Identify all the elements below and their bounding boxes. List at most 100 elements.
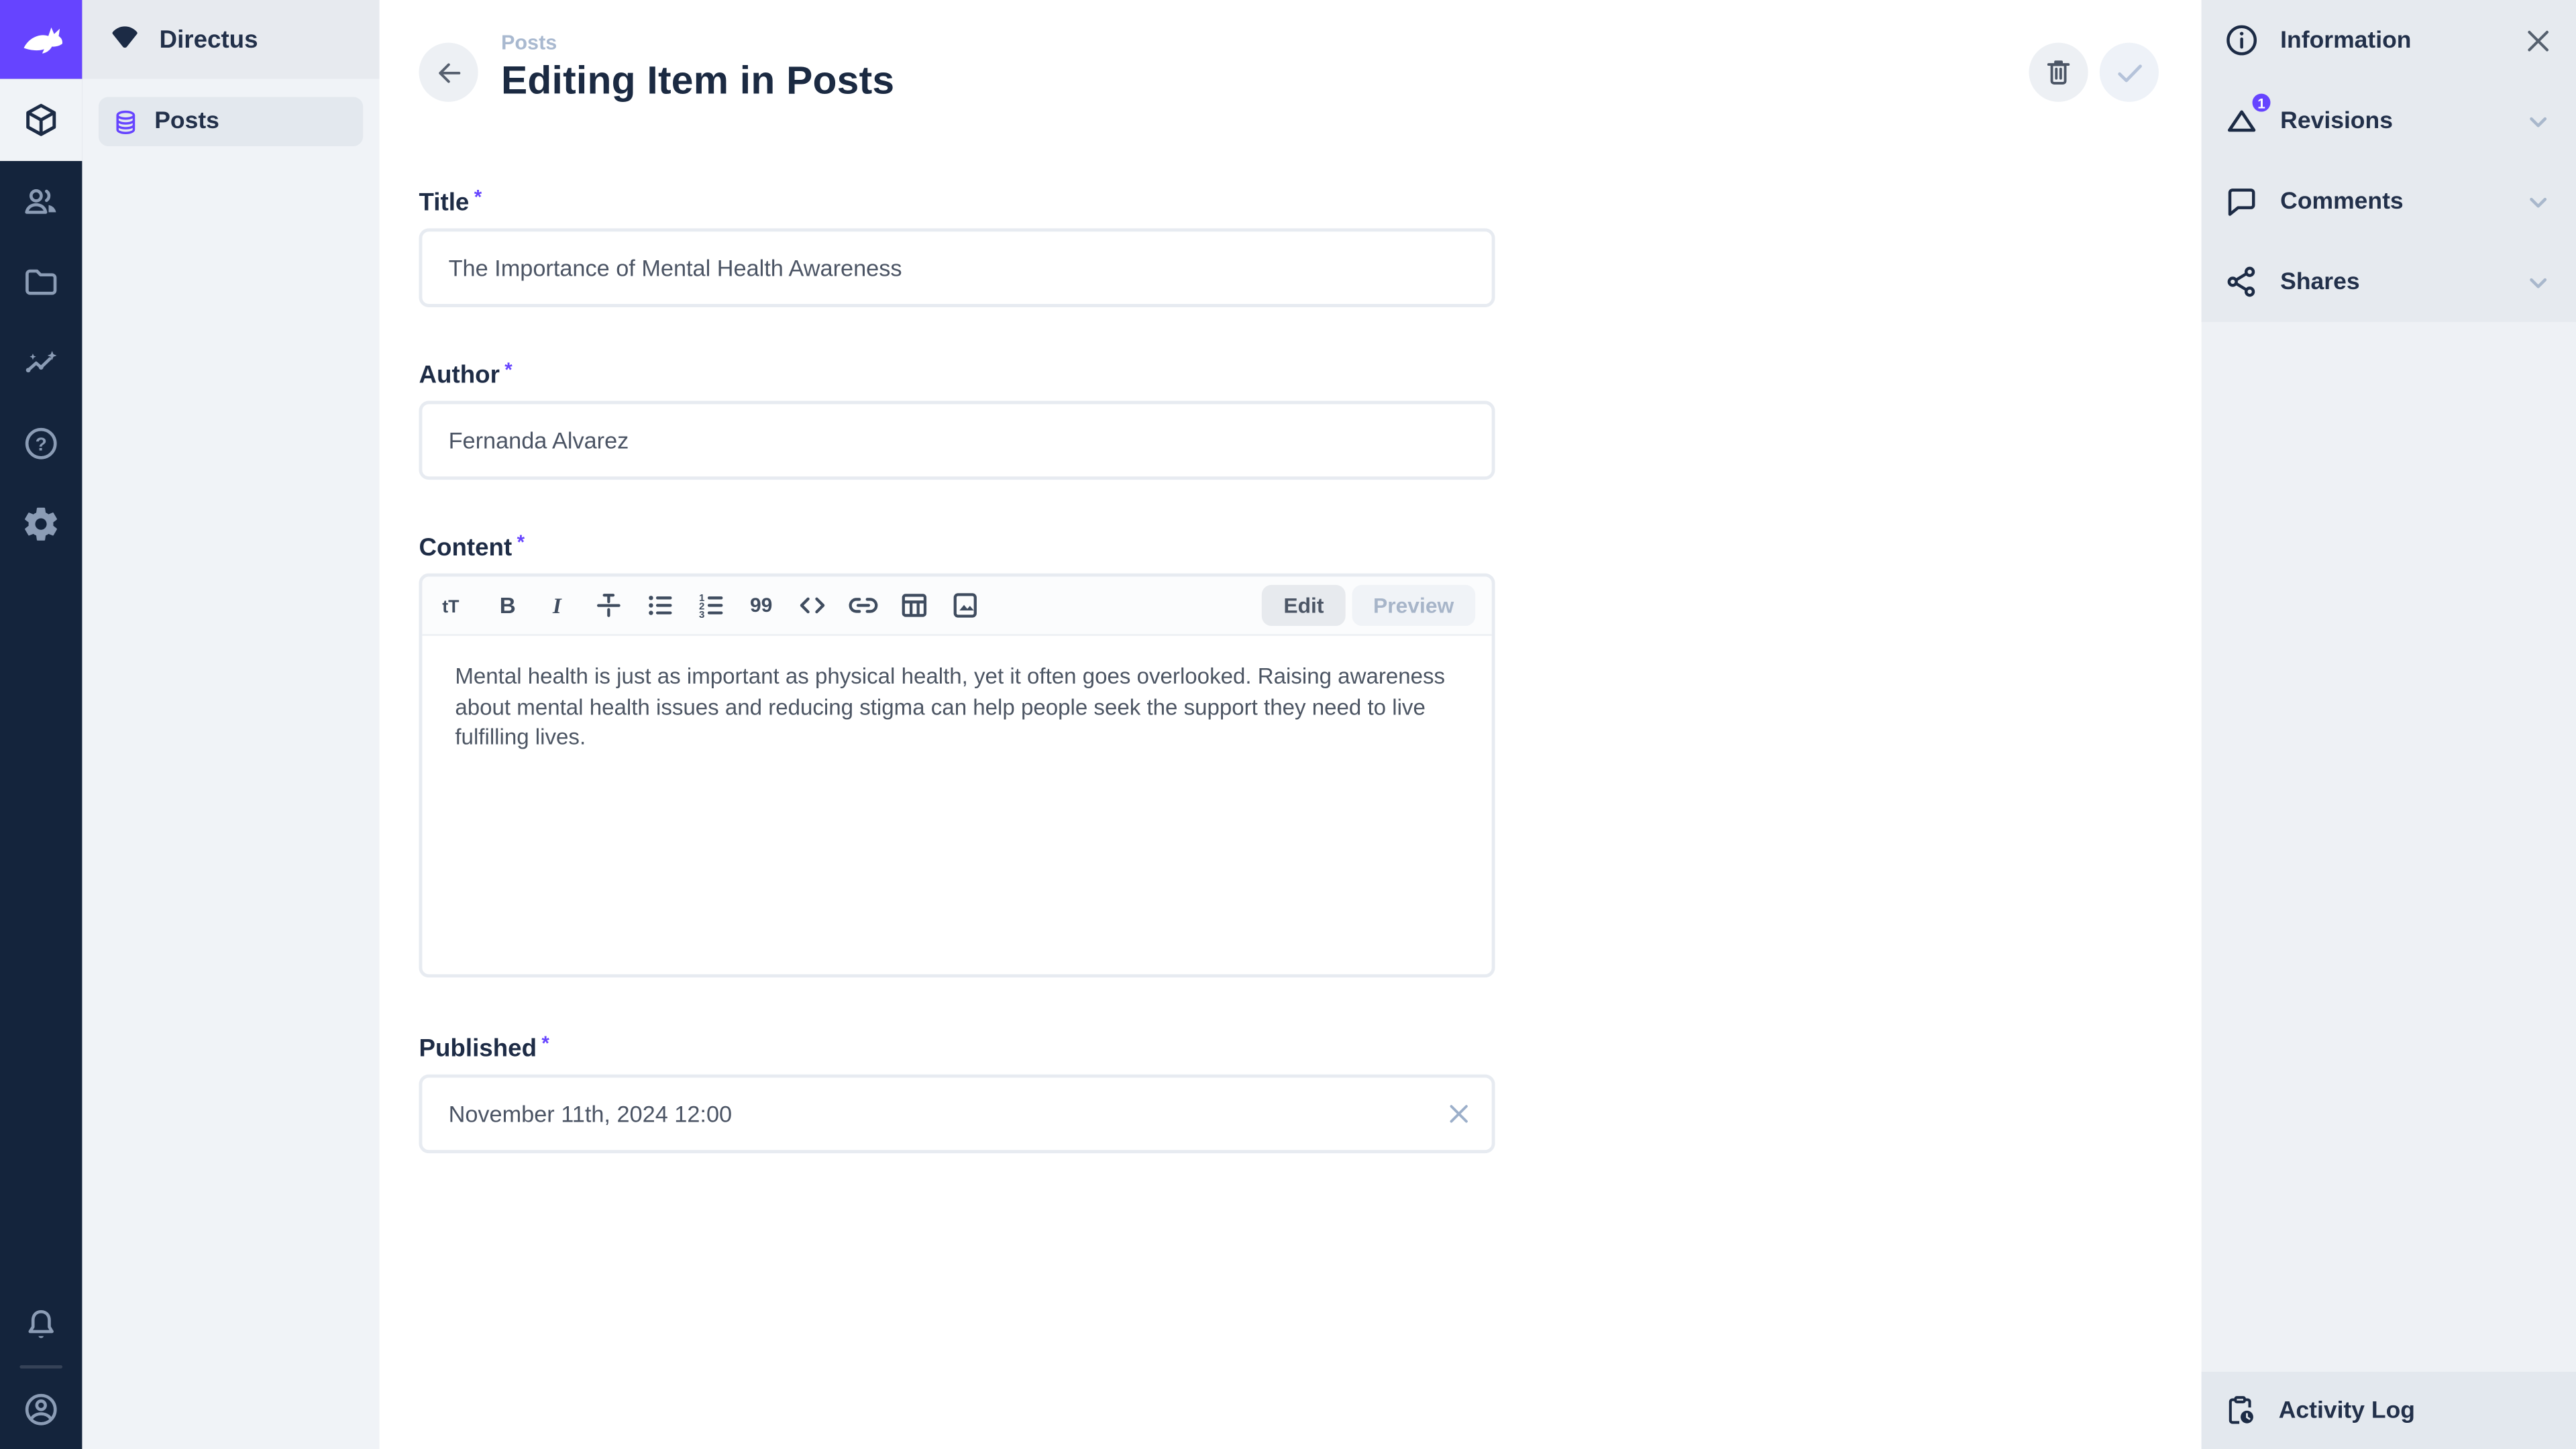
field-title: Title* <box>419 186 1495 217</box>
comment-icon <box>2222 182 2260 220</box>
heading-icon[interactable]: tT <box>439 588 473 623</box>
sidebar-item-comments[interactable]: Comments <box>2202 161 2576 241</box>
module-content[interactable] <box>0 79 82 161</box>
required-marker: * <box>504 358 512 381</box>
blockquote-icon[interactable]: 99 <box>744 588 778 623</box>
sidebar-item-label: Shares <box>2280 268 2359 294</box>
help-icon: ? <box>21 423 61 463</box>
tab-edit[interactable]: Edit <box>1263 585 1346 626</box>
required-marker: * <box>474 186 482 209</box>
sidebar-item-shares[interactable]: Shares <box>2202 241 2576 322</box>
svg-text:99: 99 <box>750 594 772 616</box>
page-header: Posts Editing Item in Posts <box>501 32 894 105</box>
chevron-down-icon <box>2522 185 2555 218</box>
page-title: Editing Item in Posts <box>501 59 894 105</box>
chevron-down-icon <box>2522 105 2555 138</box>
tab-preview[interactable]: Preview <box>1352 585 1475 626</box>
published-label: Published* <box>419 1032 1495 1063</box>
revisions-expand-button[interactable] <box>2522 105 2555 138</box>
title-input[interactable] <box>419 228 1495 307</box>
sidebar-sections: Information 1 Revisions <box>2202 0 2576 322</box>
italic-icon[interactable]: I <box>541 588 575 623</box>
project-header[interactable]: Directus <box>82 0 379 79</box>
right-sidebar: Information 1 Revisions <box>2202 0 2576 1449</box>
link-icon[interactable] <box>846 588 880 623</box>
sidebar-close-button[interactable] <box>2522 24 2555 57</box>
module-bar-spacer <box>0 564 82 1285</box>
markdown-editor: tT B I 123 99 Edit Preview Mental health… <box>419 574 1495 977</box>
nav-item-label: Posts <box>154 109 219 135</box>
svg-text:I: I <box>552 594 562 619</box>
activity-log-label: Activity Log <box>2279 1397 2415 1424</box>
account-button[interactable] <box>0 1368 82 1449</box>
check-icon <box>2112 55 2146 89</box>
info-icon <box>2222 21 2260 59</box>
content-label: Content* <box>419 531 1495 562</box>
module-user-directory[interactable] <box>0 161 82 241</box>
sidebar-item-label: Information <box>2280 27 2411 53</box>
table-icon[interactable] <box>897 588 931 623</box>
author-input[interactable] <box>419 401 1495 480</box>
editor-tabs: Edit Preview <box>1263 585 1476 626</box>
module-bar: ? <box>0 0 82 1449</box>
field-published: Published* <box>419 1032 1495 1063</box>
bulleted-list-icon[interactable] <box>643 588 677 623</box>
sidebar-item-information[interactable]: Information <box>2202 0 2576 80</box>
required-marker: * <box>541 1032 549 1055</box>
bold-icon[interactable]: B <box>490 588 524 623</box>
directus-logo[interactable] <box>0 0 82 79</box>
trash-icon <box>2042 56 2075 89</box>
comments-expand-button[interactable] <box>2522 185 2555 218</box>
box-icon <box>21 100 61 140</box>
revisions-icon: 1 <box>2222 102 2260 140</box>
strikethrough-icon[interactable] <box>592 588 626 623</box>
arrow-left-icon <box>433 56 464 88</box>
module-settings[interactable] <box>0 483 82 564</box>
folder-icon <box>21 262 61 302</box>
title-label: Title* <box>419 186 1495 217</box>
sidebar-item-revisions[interactable]: 1 Revisions <box>2202 80 2576 161</box>
content-textarea[interactable]: Mental health is just as important as ph… <box>422 636 1491 977</box>
svg-text:3: 3 <box>699 609 704 621</box>
share-icon <box>2222 263 2260 301</box>
sidebar-item-label: Comments <box>2280 188 2404 214</box>
close-icon <box>1442 1097 1475 1130</box>
revisions-badge: 1 <box>2249 91 2274 115</box>
notifications-button[interactable] <box>0 1285 82 1365</box>
clear-date-button[interactable] <box>1442 1097 1475 1130</box>
code-icon[interactable] <box>795 588 829 623</box>
project-fan-icon <box>107 21 143 58</box>
close-icon <box>2522 24 2555 57</box>
image-icon[interactable] <box>948 588 982 623</box>
gear-icon <box>21 504 61 543</box>
module-file-library[interactable] <box>0 241 82 322</box>
save-button[interactable] <box>2100 43 2159 102</box>
field-author: Author* <box>419 358 1495 390</box>
rabbit-logo-icon <box>16 15 65 64</box>
activity-log-button[interactable]: Activity Log <box>2202 1372 2576 1449</box>
chevron-down-icon <box>2522 266 2555 299</box>
people-icon <box>21 182 61 221</box>
main-content: Posts Editing Item in Posts Title* Autho… <box>380 0 2202 1449</box>
author-label: Author* <box>419 358 1495 390</box>
nav-item-posts[interactable]: Posts <box>99 97 363 146</box>
svg-text:B: B <box>500 594 516 619</box>
delete-button[interactable] <box>2029 43 2088 102</box>
breadcrumb[interactable]: Posts <box>501 32 894 54</box>
shares-expand-button[interactable] <box>2522 266 2555 299</box>
module-insights[interactable] <box>0 322 82 402</box>
svg-text:?: ? <box>36 433 47 453</box>
account-circle-icon <box>21 1389 61 1429</box>
svg-text:tT: tT <box>442 596 460 616</box>
published-input[interactable] <box>419 1075 1495 1154</box>
module-help[interactable]: ? <box>0 402 82 483</box>
project-name: Directus <box>160 25 258 54</box>
required-marker: * <box>517 531 525 553</box>
sidebar-item-label: Revisions <box>2280 107 2393 133</box>
editor-toolbar: tT B I 123 99 Edit Preview <box>422 577 1491 636</box>
back-button[interactable] <box>419 43 478 102</box>
activity-log-icon <box>2222 1393 2257 1428</box>
published-input-wrap <box>419 1075 1495 1154</box>
numbered-list-icon[interactable]: 123 <box>693 588 727 623</box>
insights-icon <box>21 343 61 382</box>
